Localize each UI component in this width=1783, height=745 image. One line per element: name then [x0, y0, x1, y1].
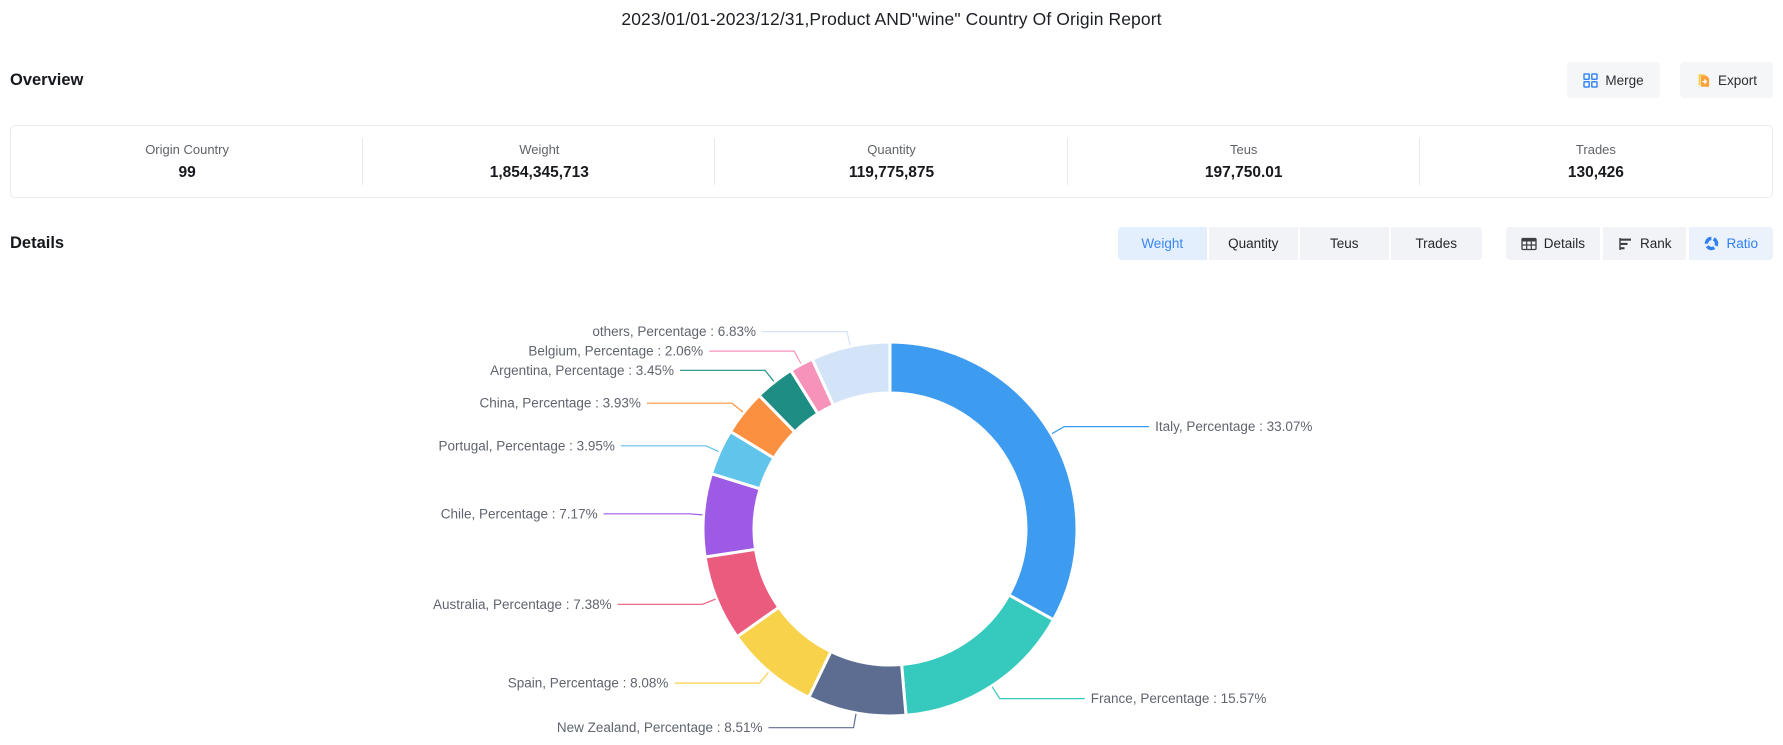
stat-value: 130,426 — [1568, 164, 1624, 182]
stat-label: Teus — [1230, 142, 1257, 157]
donut-icon — [1704, 236, 1719, 251]
label-leader-line — [709, 351, 801, 363]
slice-label-portugal: Portugal, Percentage : 3.95% — [439, 438, 615, 453]
label-leader-line — [1052, 427, 1149, 434]
overview-heading: Overview — [10, 71, 83, 90]
overview-actions: Merge Export — [1567, 62, 1773, 98]
slice-label-argentina: Argentina, Percentage : 3.45% — [490, 363, 674, 378]
rank-icon — [1618, 237, 1633, 251]
label-leader-line — [680, 370, 774, 381]
details-heading: Details — [10, 234, 64, 253]
merge-icon — [1583, 73, 1598, 88]
pie-slice-france[interactable] — [902, 595, 1054, 715]
details-view-button[interactable]: Details — [1506, 227, 1600, 260]
tab-quantity[interactable]: Quantity — [1209, 227, 1300, 260]
stat-teus: Teus 197,750.01 — [1068, 126, 1420, 197]
label-leader-line — [647, 403, 743, 412]
tab-teus[interactable]: Teus — [1300, 227, 1391, 260]
overview-header-row: Overview Merge Export — [10, 62, 1773, 98]
stat-value: 197,750.01 — [1205, 164, 1283, 182]
stat-value: 1,854,345,713 — [490, 164, 589, 182]
rank-view-button[interactable]: Rank — [1603, 227, 1687, 260]
details-view-label: Details — [1544, 236, 1585, 251]
stat-weight: Weight 1,854,345,713 — [363, 126, 715, 197]
slice-label-australia: Australia, Percentage : 7.38% — [433, 597, 612, 612]
label-leader-line — [674, 672, 768, 683]
label-leader-line — [769, 714, 857, 728]
pie-slice-italy[interactable] — [890, 342, 1077, 620]
label-leader-line — [604, 514, 703, 515]
details-header-row: Details Weight Quantity Teus Trades Deta… — [10, 227, 1773, 260]
export-button-label: Export — [1718, 73, 1757, 88]
stat-label: Origin Country — [145, 142, 229, 157]
stat-quantity: Quantity 119,775,875 — [715, 126, 1067, 197]
label-leader-line — [762, 332, 850, 346]
donut-chart-svg: Italy, Percentage : 33.07% France, Percen… — [0, 270, 1783, 745]
ratio-donut-chart: Italy, Percentage : 33.07% France, Percen… — [0, 270, 1783, 745]
stat-trades: Trades 130,426 — [1420, 126, 1772, 197]
export-icon — [1696, 73, 1711, 88]
label-leader-line — [992, 687, 1085, 699]
slice-label-belgium: Belgium, Percentage : 2.06% — [528, 344, 703, 359]
slice-label-china: China, Percentage : 3.93% — [480, 396, 641, 411]
details-controls: Weight Quantity Teus Trades Details — [1118, 227, 1773, 260]
metric-tabs: Weight Quantity Teus Trades — [1118, 227, 1482, 260]
tab-trades[interactable]: Trades — [1391, 227, 1482, 260]
ratio-view-label: Ratio — [1726, 236, 1758, 251]
slice-label-others: others, Percentage : 6.83% — [592, 324, 756, 339]
slice-label-italy: Italy, Percentage : 33.07% — [1155, 419, 1312, 434]
page-title: 2023/01/01-2023/12/31,Product AND"wine" … — [0, 0, 1783, 33]
stat-value: 119,775,875 — [849, 164, 934, 182]
label-leader-line — [618, 599, 716, 604]
overview-stats-card: Origin Country 99 Weight 1,854,345,713 Q… — [10, 125, 1773, 198]
stat-label: Trades — [1576, 142, 1616, 157]
tab-weight[interactable]: Weight — [1118, 227, 1209, 260]
export-button[interactable]: Export — [1680, 62, 1773, 98]
stat-origin-country: Origin Country 99 — [11, 126, 363, 197]
stat-value: 99 — [178, 164, 195, 182]
merge-button-label: Merge — [1605, 73, 1643, 88]
view-mode-buttons: Details Rank — [1506, 227, 1773, 260]
rank-view-label: Rank — [1640, 236, 1672, 251]
stat-label: Weight — [519, 142, 559, 157]
label-leader-line — [621, 446, 719, 452]
slice-label-spain: Spain, Percentage : 8.08% — [508, 676, 669, 691]
slice-label-france: France, Percentage : 15.57% — [1091, 691, 1267, 706]
ratio-view-button[interactable]: Ratio — [1689, 227, 1773, 260]
slice-label-new-zealand: New Zealand, Percentage : 8.51% — [557, 720, 763, 735]
stat-label: Quantity — [867, 142, 915, 157]
merge-button[interactable]: Merge — [1567, 62, 1660, 98]
slice-label-chile: Chile, Percentage : 7.17% — [441, 506, 598, 521]
table-icon — [1521, 237, 1537, 251]
